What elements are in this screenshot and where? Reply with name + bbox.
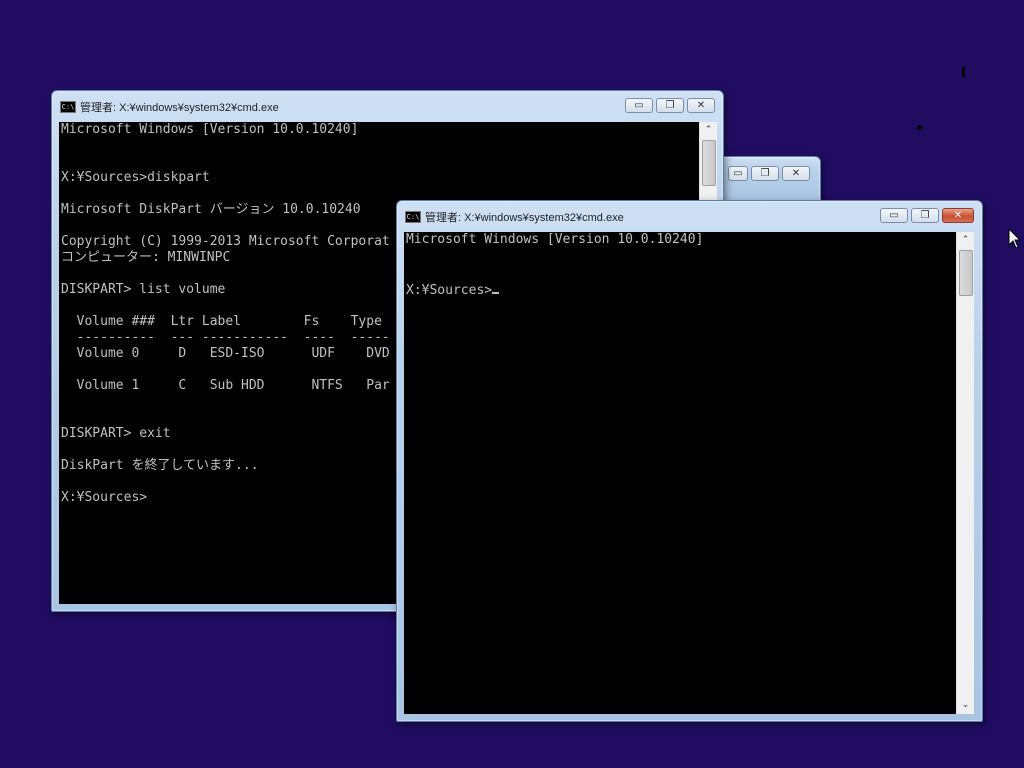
close-icon: ✕ — [791, 167, 801, 179]
vertical-scrollbar[interactable]: ⌃ ⌄ — [956, 232, 974, 714]
scroll-up-arrow-icon[interactable]: ⌃ — [957, 232, 974, 249]
minimize-icon: ▭ — [634, 99, 644, 111]
console-text: Microsoft Windows [Version 10.0.10240] X:… — [404, 232, 956, 298]
scroll-down-arrow-icon[interactable]: ⌄ — [957, 697, 974, 714]
close-button[interactable]: ✕ — [782, 166, 810, 181]
scroll-up-arrow-icon[interactable]: ⌃ — [700, 122, 717, 139]
scroll-thumb[interactable] — [702, 140, 716, 186]
minimize-button[interactable]: ▭ — [728, 166, 748, 181]
close-icon: ✕ — [696, 99, 706, 111]
cmd-icon: C:\ — [405, 211, 421, 223]
title-bar[interactable]: C:\ 管理者: X:¥windows¥system32¥cmd.exe ▭ ❐… — [52, 91, 723, 119]
minimize-button[interactable]: ▭ — [625, 98, 653, 113]
desktop-artifact — [917, 125, 922, 130]
console-line: Microsoft Windows [Version 10.0.10240] — [406, 232, 704, 247]
text-cursor — [492, 280, 500, 294]
close-button[interactable]: ✕ — [942, 208, 974, 223]
window-controls: ▭ ❐ ✕ — [728, 166, 810, 181]
window-title: 管理者: X:¥windows¥system32¥cmd.exe — [425, 212, 624, 224]
minimize-icon: ▭ — [889, 209, 899, 221]
console-line: Microsoft Windows [Version 10.0.10240] — [61, 122, 359, 137]
scroll-thumb[interactable] — [959, 250, 973, 296]
title-bar[interactable]: C:\ 管理者: X:¥windows¥system32¥cmd.exe ▭ ❐… — [397, 201, 982, 229]
minimize-button[interactable]: ▭ — [880, 208, 908, 223]
close-icon: ✕ — [953, 209, 963, 221]
window-title: 管理者: X:¥windows¥system32¥cmd.exe — [80, 102, 279, 114]
close-button[interactable]: ✕ — [687, 98, 715, 113]
window-controls: ▭ ❐ ✕ — [625, 98, 715, 113]
maximize-button[interactable]: ❐ — [751, 166, 779, 181]
console-line: X:¥Sources>diskpart — [61, 170, 210, 185]
minimize-icon: ▭ — [733, 167, 743, 179]
maximize-button[interactable]: ❐ — [656, 98, 684, 113]
maximize-icon: ❐ — [665, 99, 675, 111]
mouse-pointer-icon — [1008, 228, 1022, 249]
console-line: X:¥Sources> — [406, 280, 956, 298]
desktop-artifact — [962, 67, 965, 77]
window-controls: ▭ ❐ ✕ — [880, 208, 974, 223]
cmd-icon: C:\ — [60, 101, 76, 113]
maximize-button[interactable]: ❐ — [911, 208, 939, 223]
console-output[interactable]: Microsoft Windows [Version 10.0.10240] X:… — [404, 232, 956, 714]
front-cmd-window[interactable]: C:\ 管理者: X:¥windows¥system32¥cmd.exe ▭ ❐… — [396, 200, 983, 722]
maximize-icon: ❐ — [920, 209, 930, 221]
maximize-icon: ❐ — [760, 167, 770, 179]
